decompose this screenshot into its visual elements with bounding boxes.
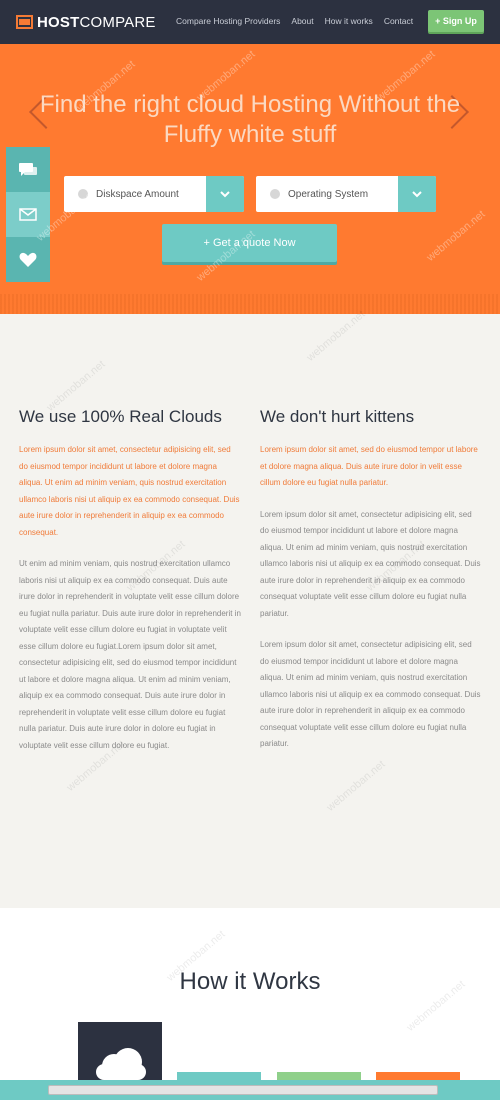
hero-title: Find the right cloud Hosting Without the… bbox=[39, 91, 461, 148]
logo-bold-text: HOST bbox=[37, 13, 80, 31]
left-column: We use 100% Real Clouds Lorem ipsum dolo… bbox=[19, 406, 241, 769]
nav-compare[interactable]: Compare Hosting Providers bbox=[176, 16, 280, 26]
hero-bottom-band bbox=[0, 294, 500, 314]
sign-up-button[interactable]: + Sign Up bbox=[428, 10, 484, 32]
how-it-works-section: How it Works bbox=[0, 908, 500, 1100]
nav-how-it-works[interactable]: How it works bbox=[325, 16, 373, 26]
right-body-paragraph-1: Lorem ipsum dolor sit amet, consectetur … bbox=[260, 509, 481, 618]
disk-icon bbox=[78, 189, 88, 199]
os-select[interactable]: Operating System bbox=[256, 176, 436, 212]
os-select-label: Operating System bbox=[288, 188, 369, 200]
right-column: We don't hurt kittens Lorem ipsum dolor … bbox=[260, 406, 482, 768]
heart-icon bbox=[19, 252, 37, 267]
side-social-bar bbox=[6, 147, 50, 282]
how-it-works-title: How it Works bbox=[179, 968, 321, 995]
nav-contact[interactable]: Contact bbox=[384, 16, 413, 26]
right-body-paragraph-2: Lorem ipsum dolor sit amet, consectetur … bbox=[260, 640, 481, 748]
chat-button[interactable] bbox=[6, 147, 50, 192]
left-body-paragraph: Ut enim ad minim veniam, quis nostrud ex… bbox=[19, 559, 241, 750]
logo[interactable]: HOST COMPARE bbox=[16, 12, 156, 32]
chat-icon bbox=[19, 162, 37, 176]
os-icon bbox=[270, 189, 280, 199]
right-highlight-paragraph: Lorem ipsum dolor sit amet, sed do eiusm… bbox=[260, 445, 478, 487]
features-section: We use 100% Real Clouds Lorem ipsum dolo… bbox=[0, 314, 500, 908]
left-highlight-paragraph: Lorem ipsum dolor sit amet, consectetur … bbox=[19, 445, 240, 537]
logo-icon bbox=[16, 15, 33, 29]
main-nav: Compare Hosting Providers About How it w… bbox=[176, 16, 413, 26]
get-quote-button[interactable]: + Get a quote Now bbox=[162, 224, 337, 262]
left-column-title: We use 100% Real Clouds bbox=[19, 407, 222, 426]
diskspace-select[interactable]: Diskspace Amount bbox=[64, 176, 244, 212]
horizontal-scrollbar[interactable] bbox=[48, 1085, 438, 1095]
mail-icon bbox=[19, 208, 37, 221]
chevron-down-icon[interactable] bbox=[398, 176, 436, 212]
chevron-down-icon[interactable] bbox=[206, 176, 244, 212]
right-column-title: We don't hurt kittens bbox=[260, 407, 415, 426]
diskspace-select-label: Diskspace Amount bbox=[96, 188, 179, 200]
heart-button[interactable] bbox=[6, 237, 50, 282]
mail-button[interactable] bbox=[6, 192, 50, 237]
top-navbar: HOST COMPARE Compare Hosting Providers A… bbox=[0, 0, 500, 44]
logo-light-text: COMPARE bbox=[79, 13, 156, 31]
nav-about[interactable]: About bbox=[291, 16, 313, 26]
